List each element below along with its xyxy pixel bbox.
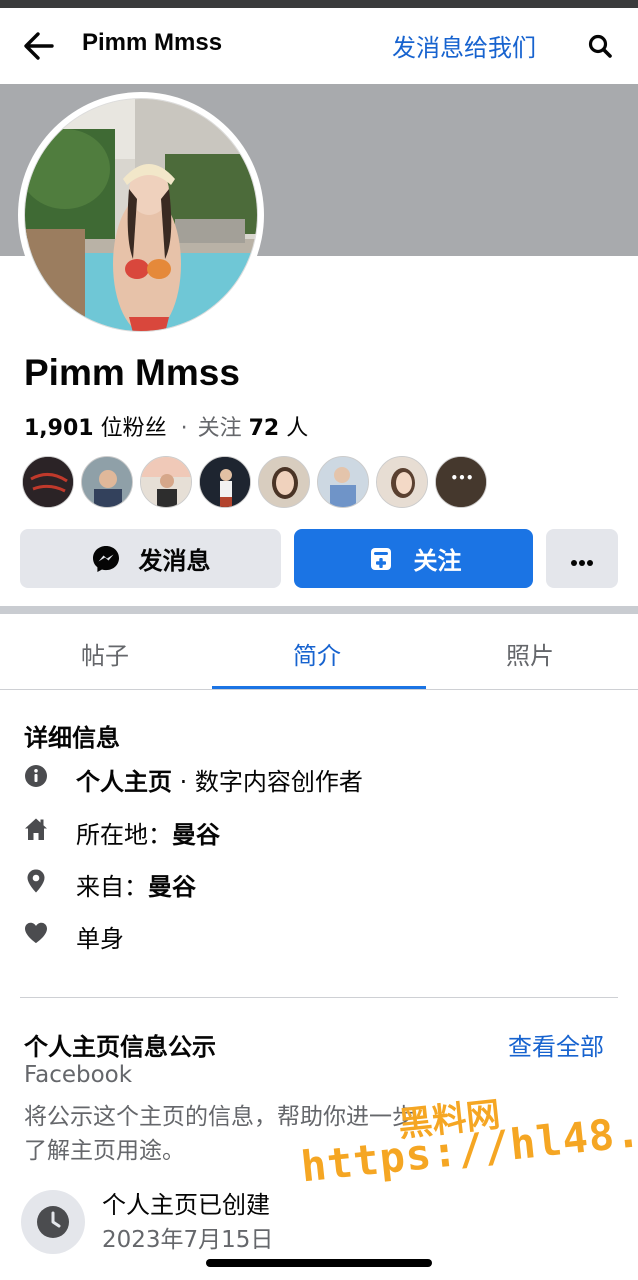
more-options-button[interactable] <box>546 529 618 588</box>
friend-avatar[interactable] <box>199 456 251 508</box>
more-horizontal-icon <box>570 545 594 573</box>
divider <box>20 997 618 998</box>
search-icon[interactable] <box>586 32 616 62</box>
page-created-date: 2023年7月15日 <box>102 1227 274 1253</box>
home-icon <box>24 817 48 841</box>
detail-category-text: · 数字内容创作者 <box>172 768 363 796</box>
home-indicator <box>206 1259 432 1267</box>
see-all-link[interactable]: 查看全部 <box>508 1027 604 1062</box>
detail-lives-in-value[interactable]: 曼谷 <box>172 821 220 849</box>
transparency-source: Facebook <box>24 1062 133 1088</box>
separator-dot: · <box>180 416 188 441</box>
follow-button[interactable]: 关注 <box>294 529 533 588</box>
detail-relationship-text: 单身 <box>76 925 124 953</box>
profile-tabs: 帖子 简介 照片 <box>0 614 638 690</box>
messenger-icon <box>91 544 121 574</box>
page-created-label: 个人主页已创建 <box>102 1191 270 1219</box>
info-icon <box>24 764 48 788</box>
following-suffix: 人 <box>279 416 309 441</box>
message-button[interactable]: 发消息 <box>20 529 281 588</box>
follow-button-label: 关注 <box>413 547 462 575</box>
details-title: 详细信息 <box>24 724 120 752</box>
friend-avatar[interactable] <box>376 456 428 508</box>
friend-avatar[interactable] <box>258 456 310 508</box>
section-divider <box>0 606 638 614</box>
friend-avatar[interactable] <box>140 456 192 508</box>
detail-from-label: 来自： <box>76 873 148 901</box>
followers-count[interactable]: 1,901 <box>24 416 94 441</box>
profile-name: Pimm Mmss <box>24 352 240 393</box>
detail-category-type: 个人主页 <box>76 768 172 796</box>
profile-avatar[interactable] <box>24 98 258 332</box>
clock-icon-badge <box>21 1190 85 1254</box>
top-app-bar: Pimm Mmss 发消息给我们 <box>0 8 638 82</box>
transparency-title: 个人主页信息公示 <box>24 1033 216 1061</box>
back-arrow-icon[interactable] <box>20 28 58 64</box>
friend-avatar[interactable] <box>317 456 369 508</box>
active-tab-indicator <box>212 686 426 689</box>
followers-label: 位粉丝 <box>93 416 167 441</box>
detail-lives-in-label: 所在地： <box>76 821 172 849</box>
follow-icon <box>366 544 396 574</box>
friend-avatar[interactable] <box>81 456 133 508</box>
friend-avatar[interactable] <box>22 456 74 508</box>
more-dots-icon: ••• <box>450 471 474 485</box>
tab-about[interactable]: 简介 <box>293 636 341 671</box>
following-label: 关注 <box>197 416 249 441</box>
transparency-desc-line2: 了解主页用途。 <box>24 1138 185 1164</box>
clock-icon <box>37 1206 69 1238</box>
status-bar <box>0 0 638 8</box>
following-count[interactable]: 72 <box>249 416 280 441</box>
header-title: Pimm Mmss <box>82 29 223 56</box>
profile-stats: 1,901 位粉丝 · 关注 72 人 <box>24 410 308 442</box>
location-pin-icon <box>24 869 48 893</box>
message-us-link[interactable]: 发消息给我们 <box>392 28 536 63</box>
tab-photos[interactable]: 照片 <box>506 636 554 671</box>
detail-from-value[interactable]: 曼谷 <box>148 873 196 901</box>
friend-avatar-more[interactable]: ••• <box>435 456 487 508</box>
heart-icon <box>24 921 48 945</box>
tab-posts[interactable]: 帖子 <box>81 636 129 671</box>
transparency-desc-line1: 将公示这个主页的信息，帮助你进一步 <box>24 1104 415 1130</box>
message-button-label: 发消息 <box>138 547 211 575</box>
